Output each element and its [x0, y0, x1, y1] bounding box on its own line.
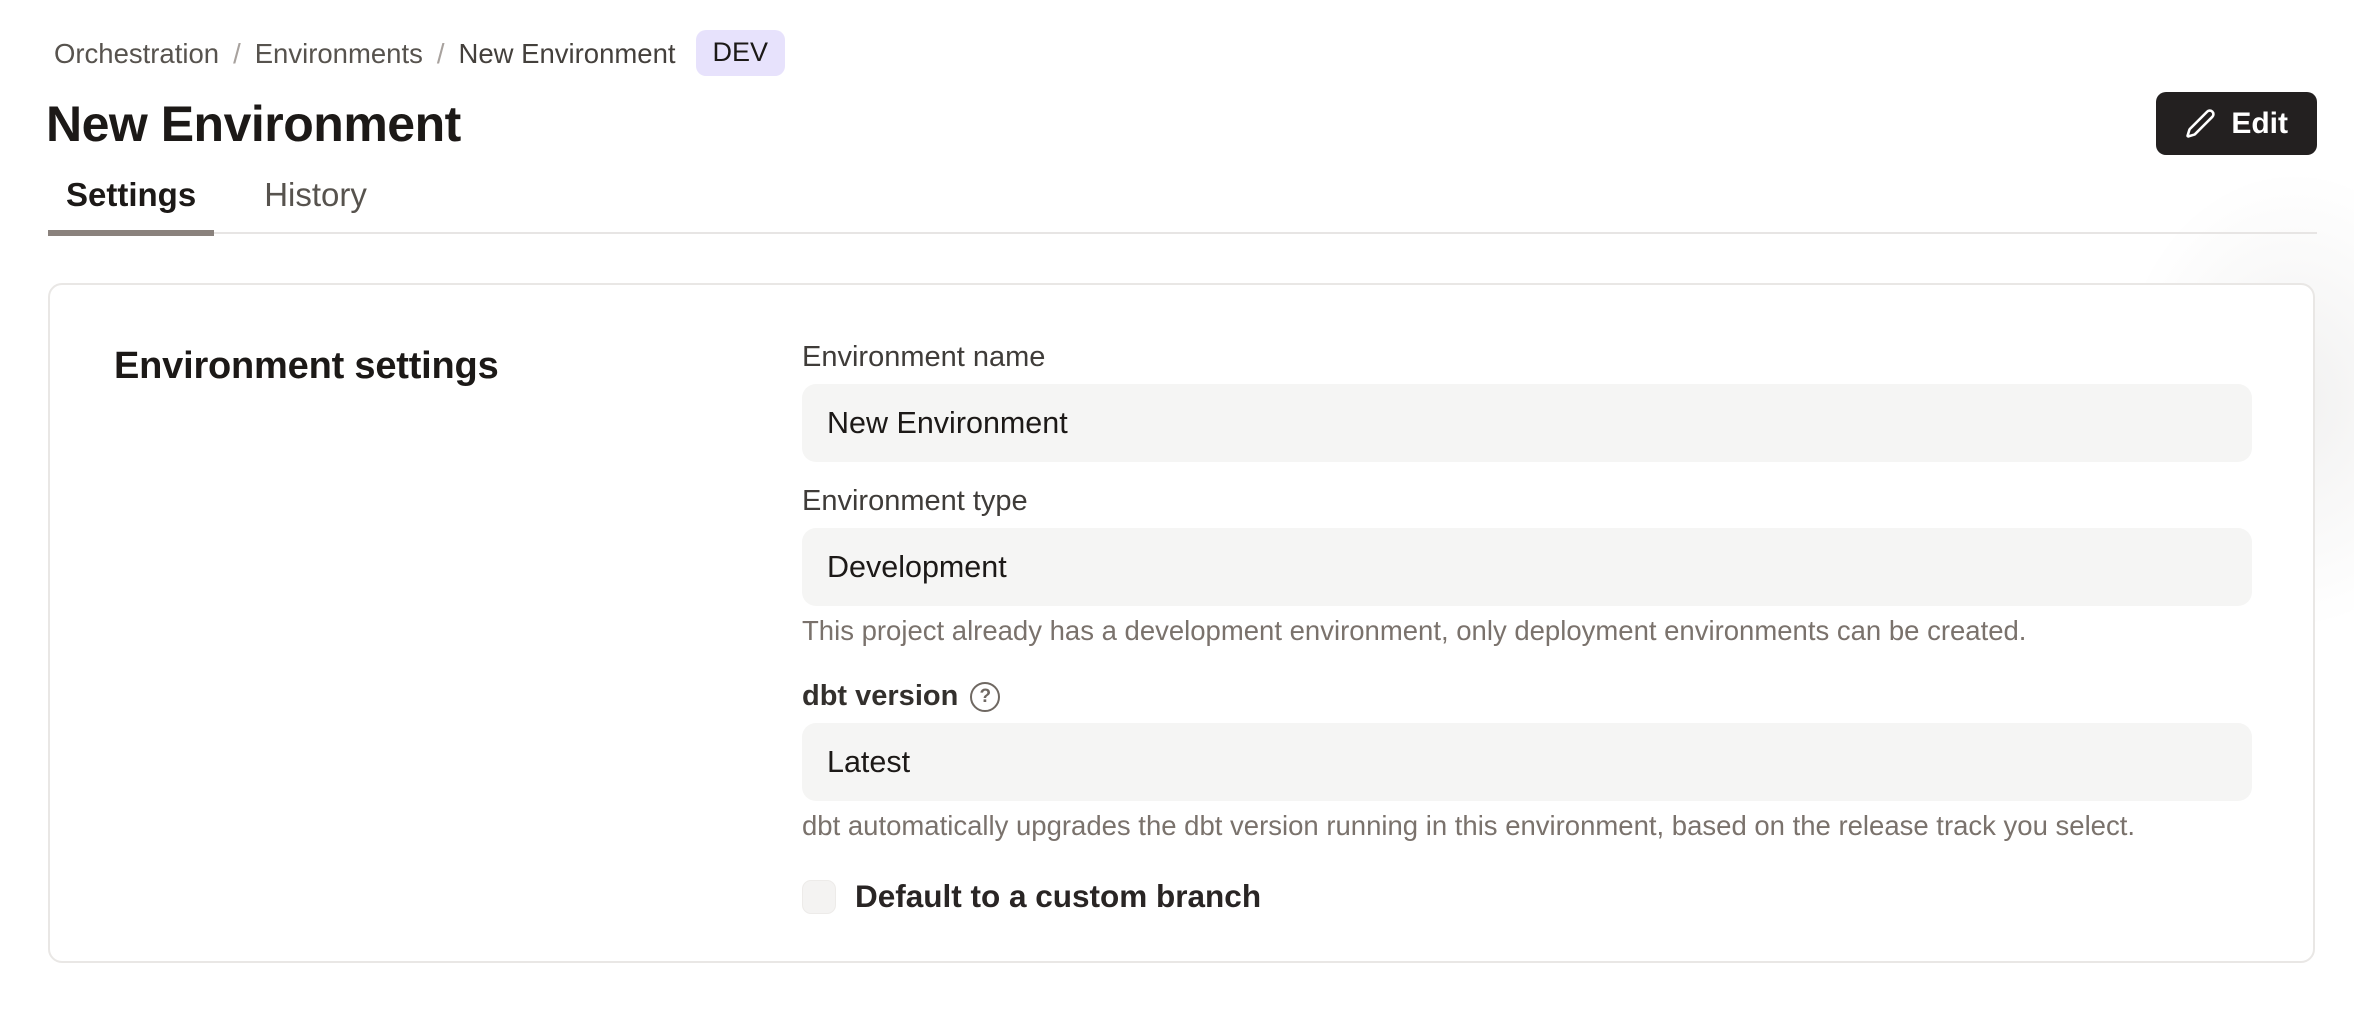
dbt-version-label: dbt version ? — [802, 680, 2252, 713]
dbt-version-label-text: dbt version — [802, 680, 958, 713]
page: Orchestration / Environments / New Envir… — [0, 0, 2354, 1020]
tab-bar: Settings History — [48, 176, 2317, 234]
page-title: New Environment — [46, 95, 461, 153]
content: Orchestration / Environments / New Envir… — [0, 0, 2354, 963]
environment-type-label-text: Environment type — [802, 485, 1028, 518]
breadcrumb-item-environments[interactable]: Environments — [255, 37, 423, 70]
field-dbt-version: dbt version ? Latest dbt automatically u… — [802, 680, 2252, 842]
help-circle-icon[interactable]: ? — [970, 682, 1000, 712]
field-environment-name: Environment name New Environment — [802, 341, 2252, 462]
spacer — [802, 647, 2252, 680]
pencil-icon — [2185, 108, 2216, 139]
custom-branch-checkbox[interactable] — [802, 880, 836, 914]
spacer — [802, 462, 2252, 485]
environment-name-value: New Environment — [827, 406, 1068, 441]
edit-button-label: Edit — [2231, 107, 2288, 141]
breadcrumb-item-new-environment: New Environment — [459, 37, 676, 70]
environment-settings-card: Environment settings Environment name Ne… — [48, 283, 2315, 963]
field-environment-type: Environment type Development This projec… — [802, 485, 2252, 647]
breadcrumb-separator: / — [437, 37, 445, 70]
environment-type-value: Development — [827, 550, 1007, 585]
environment-type-label: Environment type — [802, 485, 2252, 518]
card-form-column: Environment name New Environment Environ… — [802, 341, 2252, 961]
tab-settings[interactable]: Settings — [48, 176, 214, 236]
card-heading: Environment settings — [114, 345, 802, 388]
breadcrumb-item-orchestration[interactable]: Orchestration — [54, 37, 219, 70]
edit-button[interactable]: Edit — [2156, 92, 2317, 155]
tab-history[interactable]: History — [246, 176, 385, 232]
dbt-version-helper: dbt automatically upgrades the dbt versi… — [802, 810, 2252, 842]
card-left-column: Environment settings — [114, 341, 802, 961]
custom-branch-row: Default to a custom branch — [802, 878, 2252, 915]
env-dev-badge: DEV — [696, 30, 786, 76]
breadcrumb: Orchestration / Environments / New Envir… — [54, 0, 2317, 76]
dbt-version-value: Latest — [827, 745, 910, 780]
page-header: New Environment Edit — [48, 92, 2317, 155]
spacer — [802, 842, 2252, 878]
breadcrumb-separator: / — [233, 37, 241, 70]
dbt-version-input[interactable]: Latest — [802, 723, 2252, 801]
environment-name-label-text: Environment name — [802, 341, 1045, 374]
environment-type-helper: This project already has a development e… — [802, 615, 2252, 647]
custom-branch-label: Default to a custom branch — [855, 878, 1261, 915]
environment-name-input[interactable]: New Environment — [802, 384, 2252, 462]
environment-type-input[interactable]: Development — [802, 528, 2252, 606]
environment-name-label: Environment name — [802, 341, 2252, 374]
